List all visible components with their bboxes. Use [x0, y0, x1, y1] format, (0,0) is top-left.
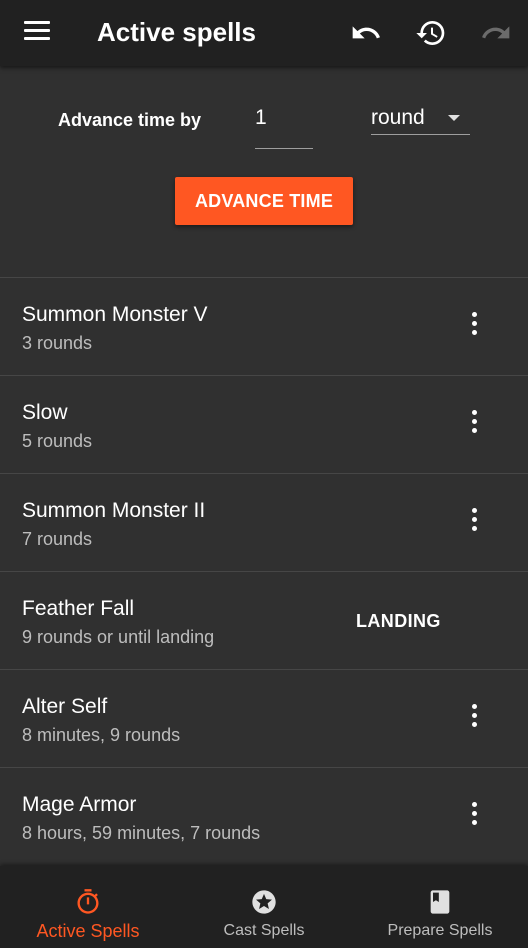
spell-row[interactable]: Slow 5 rounds — [0, 375, 528, 473]
star-icon — [252, 890, 276, 914]
spell-row[interactable]: Mage Armor 8 hours, 59 minutes, 7 rounds — [0, 767, 528, 865]
history-icon[interactable] — [415, 17, 447, 49]
time-unit-select[interactable]: round — [371, 104, 470, 135]
spell-name: Summon Monster V — [22, 303, 208, 326]
tab-label: Cast Spells — [223, 922, 305, 939]
timer-icon — [77, 889, 99, 914]
spell-row[interactable]: Summon Monster II 7 rounds — [0, 473, 528, 571]
tab-label: Active Spells — [36, 921, 140, 941]
redo-icon[interactable] — [480, 17, 512, 49]
advance-time-button[interactable]: ADVANCE TIME — [175, 177, 353, 225]
tab-label: Prepare Spells — [387, 922, 493, 939]
book-icon — [430, 890, 450, 914]
spell-name: Slow — [22, 401, 68, 424]
app-bar: Active spells — [0, 0, 528, 66]
active-spell-list: Summon Monster V 3 rounds Slow 5 rounds … — [0, 277, 528, 865]
more-options-icon[interactable] — [464, 410, 484, 440]
tab-prepare-spells[interactable]: Prepare Spells — [352, 866, 528, 948]
amount-input[interactable] — [255, 106, 313, 130]
advance-time-panel: Advance time by round ADVANCE TIME — [0, 66, 528, 277]
bottom-navigation: Active Spells Cast Spells Prepare Spells — [0, 866, 528, 948]
more-options-icon[interactable] — [464, 508, 484, 538]
chevron-down-icon — [448, 115, 460, 121]
spell-name: Alter Self — [22, 695, 108, 718]
more-options-icon[interactable] — [464, 312, 484, 342]
spell-duration: 9 rounds or until landing — [22, 627, 215, 647]
spell-row[interactable]: Alter Self 8 minutes, 9 rounds — [0, 669, 528, 767]
time-unit-value: round — [371, 106, 425, 129]
amount-field-container — [255, 104, 313, 149]
landing-button[interactable]: LANDING — [356, 611, 441, 632]
spell-name: Mage Armor — [22, 793, 137, 816]
spell-row[interactable]: Summon Monster V 3 rounds — [0, 277, 528, 375]
tab-active-spells[interactable]: Active Spells — [0, 866, 176, 948]
spell-duration: 5 rounds — [22, 431, 93, 451]
spell-duration: 8 minutes, 9 rounds — [22, 725, 181, 745]
spell-duration: 8 hours, 59 minutes, 7 rounds — [22, 823, 261, 843]
spell-name: Feather Fall — [22, 597, 135, 620]
more-options-icon[interactable] — [464, 704, 484, 734]
spell-duration: 3 rounds — [22, 333, 93, 353]
undo-icon[interactable] — [350, 17, 382, 49]
spell-duration: 7 rounds — [22, 529, 93, 549]
spell-name: Summon Monster II — [22, 499, 206, 522]
tab-cast-spells[interactable]: Cast Spells — [176, 866, 352, 948]
spell-row[interactable]: Feather Fall 9 rounds or until landing L… — [0, 571, 528, 669]
menu-icon[interactable] — [24, 21, 50, 43]
page-title: Active spells — [97, 17, 256, 47]
more-options-icon[interactable] — [464, 802, 484, 832]
advance-time-label: Advance time by — [58, 110, 202, 130]
